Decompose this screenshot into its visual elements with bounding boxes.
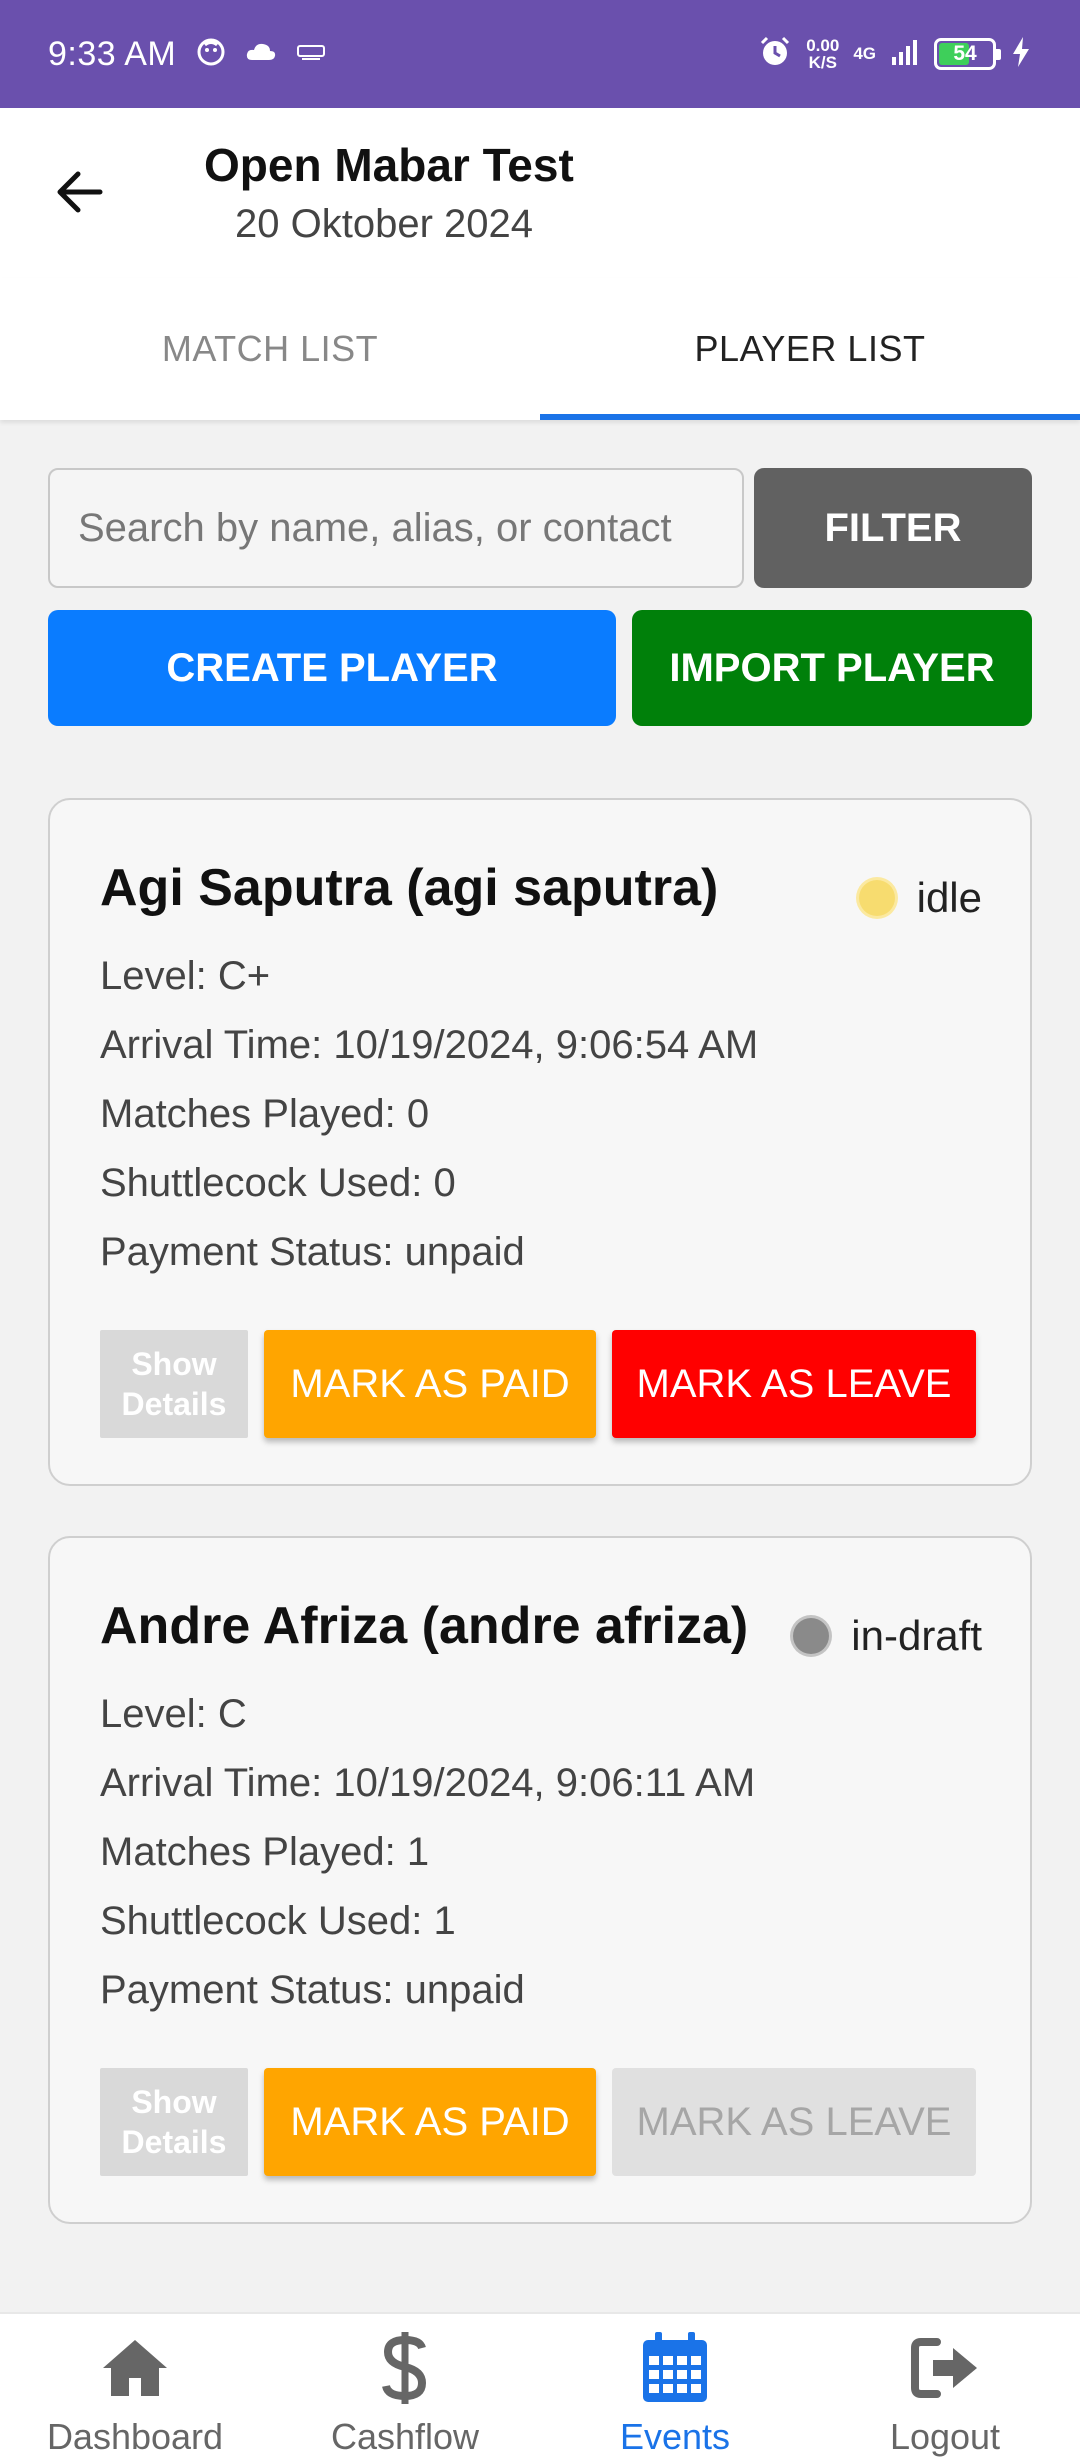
status-label: idle [916,874,982,921]
status-time: 9:33 AM [48,34,177,73]
player-status: idle [858,874,982,922]
nav-logout[interactable]: Logout [810,2314,1080,2460]
calendar-icon [635,2328,715,2408]
battery-level: 54 [953,42,977,65]
nav-label: Dashboard [46,2416,224,2457]
tab-bar: MATCH LIST PLAYER LIST [0,278,1080,420]
mark-as-leave-button[interactable]: MARK AS LEAVE [612,2068,976,2176]
speed-unit: K/S [808,53,837,72]
show-details-button[interactable]: Show Details [100,2068,248,2176]
player-status: in-draft [793,1612,982,1660]
create-player-button[interactable]: CREATE PLAYER [48,610,616,726]
player-arrival-time: Arrival Time: 10/19/2024, 9:06:54 AM [100,1023,759,1067]
show-details-button[interactable]: Show Details [100,1330,248,1438]
player-name: Andre Afriza (andre afriza) [100,1597,749,1655]
card-actions: Show Details MARK AS PAID MARK AS LEAVE [100,2068,976,2176]
charging-icon [1010,35,1032,74]
alarm-icon [758,35,792,74]
home-icon [95,2328,175,2408]
player-payment-status: Payment Status: unpaid [100,1968,525,2012]
nav-events[interactable]: Events [540,2314,810,2460]
status-dot-icon [793,1618,830,1654]
player-matches-played: Matches Played: 1 [100,1830,430,1874]
page-title: Open Mabar Test [204,139,574,191]
player-level: Level: C+ [100,954,271,998]
player-shuttlecock-used: Shuttlecock Used: 1 [100,1899,456,1943]
network-speed: 0.00 K/S [806,37,839,71]
event-date: 20 Oktober 2024 [235,202,533,246]
battery-icon: 54 [934,38,1001,70]
back-button[interactable] [40,152,120,232]
status-dot-icon [858,880,895,916]
search-input[interactable] [48,468,744,588]
speed-value: 0.00 [806,36,840,55]
player-matches-played: Matches Played: 0 [100,1092,430,1136]
logout-icon [905,2328,985,2408]
face-icon [196,37,226,72]
arrow-left-icon [57,171,103,213]
player-card: Andre Afriza (andre afriza) in-draft Lev… [48,1536,1032,2224]
bottom-nav: Dashboard Cashflow Events Logout [0,2312,1080,2460]
tab-player-list[interactable]: PLAYER LIST [540,278,1080,420]
mark-as-paid-button[interactable]: MARK AS PAID [264,1330,596,1438]
status-label: in-draft [851,1612,982,1659]
player-level: Level: C [100,1692,247,1736]
status-bar: 9:33 AM 0.00 K/S 4G 54 [0,0,1080,108]
player-card: Agi Saputra (agi saputra) idle Level: C+… [48,798,1032,1486]
player-arrival-time: Arrival Time: 10/19/2024, 9:06:11 AM [100,1761,756,1805]
cnn-icon [296,42,326,67]
nav-label: Cashflow [330,2416,480,2457]
nav-label: Logout [889,2416,1001,2457]
nav-dashboard[interactable]: Dashboard [0,2314,270,2460]
player-shuttlecock-used: Shuttlecock Used: 0 [100,1161,456,1205]
nav-cashflow[interactable]: Cashflow [270,2314,540,2460]
player-payment-status: Payment Status: unpaid [100,1230,525,1274]
network-type: 4G [853,44,876,63]
status-right-icons: 0.00 K/S 4G 54 [758,35,1032,74]
card-actions: Show Details MARK AS PAID MARK AS LEAVE [100,1330,976,1438]
cloud-icon [244,40,278,69]
player-name: Agi Saputra (agi saputra) [100,859,719,917]
status-left-icons [196,37,326,72]
dollar-icon [365,2328,445,2408]
signal-icon [890,37,920,72]
mark-as-paid-button[interactable]: MARK AS PAID [264,2068,596,2176]
nav-label: Events [619,2416,731,2457]
import-player-button[interactable]: IMPORT PLAYER [632,610,1032,726]
tab-match-list[interactable]: MATCH LIST [0,278,540,420]
filter-button[interactable]: FILTER [754,468,1032,588]
mark-as-leave-button[interactable]: MARK AS LEAVE [612,1330,976,1438]
page-header: Open Mabar Test 20 Oktober 2024 [0,108,1080,278]
